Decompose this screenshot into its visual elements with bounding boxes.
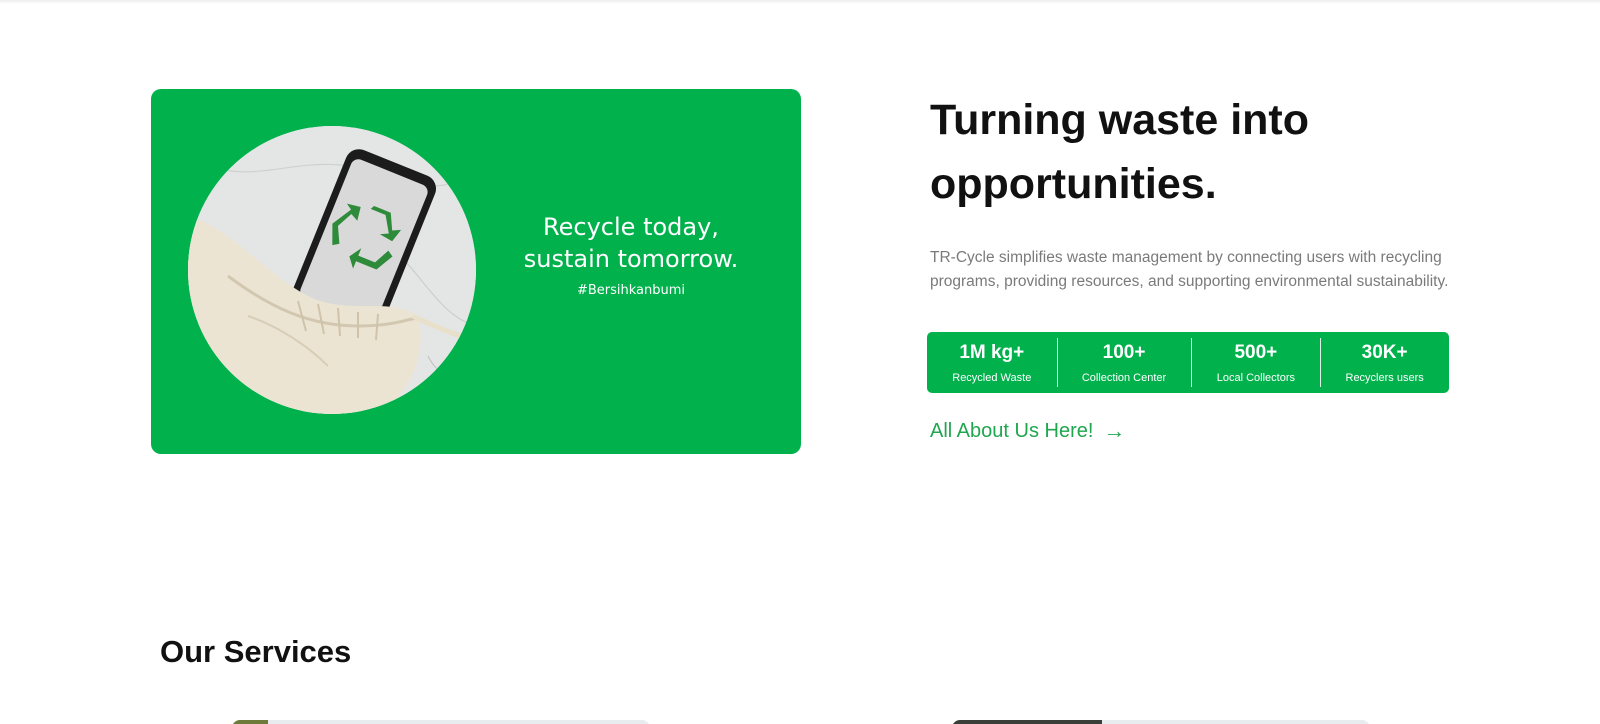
service-card-image — [952, 720, 1102, 724]
stat-local-collectors: 500+ Local Collectors — [1191, 332, 1320, 393]
stat-value: 500+ — [1234, 341, 1278, 363]
page: Recycle today, sustain tomorrow. #Bersih… — [0, 0, 1600, 724]
header-shadow — [0, 0, 1600, 4]
stat-label: Recycled Waste — [952, 371, 1032, 384]
about-us-link-label: All About Us Here! — [930, 419, 1094, 442]
about-description: TR-Cycle simplifies waste management by … — [930, 249, 1449, 290]
stats-bar: 1M kg+ Recycled Waste 100+ Collection Ce… — [927, 332, 1449, 393]
stat-value: 30K+ — [1361, 341, 1408, 363]
hero-tagline: Recycle today, sustain tomorrow. — [523, 213, 739, 273]
about-section: Turning waste into opportunities. TR-Cyc… — [930, 88, 1450, 294]
stat-label: Local Collectors — [1216, 371, 1295, 384]
stat-value: 1M kg+ — [959, 341, 1025, 363]
service-card-image — [232, 720, 268, 724]
stat-label: Recyclers users — [1345, 371, 1424, 384]
hero-text-block: Recycle today, sustain tomorrow. #Bersih… — [501, 211, 761, 298]
stat-recyclers-users: 30K+ Recyclers users — [1320, 332, 1449, 393]
recycle-phone-photo — [188, 126, 476, 414]
arrow-right-icon: → — [1103, 418, 1126, 443]
stat-value: 100+ — [1102, 341, 1146, 363]
service-card[interactable] — [952, 720, 1370, 724]
stat-collection-center: 100+ Collection Center — [1056, 332, 1192, 393]
stat-recycled-waste: 1M kg+ Recycled Waste — [927, 332, 1057, 393]
hero-banner: Recycle today, sustain tomorrow. #Bersih… — [151, 89, 801, 454]
about-us-link[interactable]: All About Us Here! → — [930, 418, 1125, 444]
service-card[interactable] — [232, 720, 650, 724]
services-title: Our Services — [160, 634, 352, 669]
stat-label: Collection Center — [1081, 371, 1167, 384]
hero-hashtag: #Bersihkanbumi — [576, 283, 686, 298]
about-title: Turning waste into opportunities. — [930, 96, 1310, 208]
